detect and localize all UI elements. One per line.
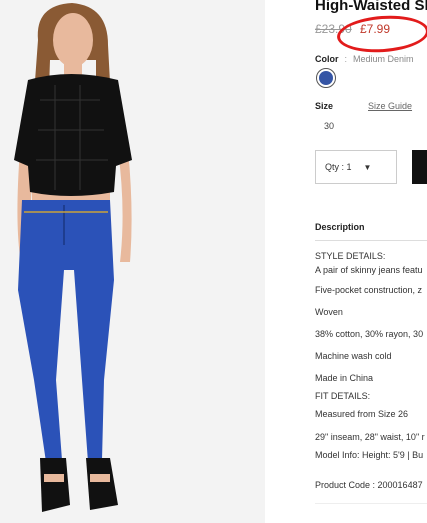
color-swatch-medium-denim[interactable] xyxy=(316,68,336,88)
swatch-fill xyxy=(319,71,333,85)
sale-price: £7.99 xyxy=(360,22,391,36)
size-option-30[interactable]: 30 xyxy=(324,121,334,131)
product-title: High-Waisted Sk xyxy=(315,0,427,14)
description-line: STYLE DETAILS: xyxy=(315,251,386,261)
description-line: Model Info: Height: 5'9 | Bu xyxy=(315,450,424,460)
color-label: Color xyxy=(315,54,339,64)
description-line: 29" inseam, 28" waist, 10" r xyxy=(315,432,425,442)
product-details: High-Waisted Sk £23.90 £7.99 Color: Mediu… xyxy=(315,0,427,523)
description-heading: Description xyxy=(315,222,365,232)
divider xyxy=(315,503,427,504)
description-line: Woven xyxy=(315,307,343,317)
divider xyxy=(315,240,427,241)
size-label: Size xyxy=(315,101,334,111)
product-image[interactable] xyxy=(0,0,265,523)
size-guide-link[interactable]: Size Guide xyxy=(368,101,412,111)
original-price: £23.90 xyxy=(315,22,352,36)
add-to-bag-button[interactable] xyxy=(412,150,427,184)
color-value: Medium Denim xyxy=(353,54,414,64)
description-line: Made in China xyxy=(315,373,374,383)
description-line: Machine wash cold xyxy=(315,351,392,361)
color-separator: : xyxy=(344,54,348,64)
color-row: Color: Medium Denim xyxy=(315,54,414,64)
quantity-value: Qty : 1 xyxy=(325,162,352,172)
chevron-down-icon: ▼ xyxy=(363,162,372,172)
description-line: Five-pocket construction, z xyxy=(315,285,423,295)
description-line: A pair of skinny jeans featu xyxy=(315,265,423,275)
quantity-select[interactable]: Qty : 1 ▼ xyxy=(315,150,397,184)
description-line: FIT DETAILS: xyxy=(315,391,371,401)
product-code: Product Code : 200016487 xyxy=(315,480,423,490)
model-illustration xyxy=(0,0,265,523)
description-line: Measured from Size 26 xyxy=(315,409,409,419)
description-line: 38% cotton, 30% rayon, 30 xyxy=(315,329,424,339)
